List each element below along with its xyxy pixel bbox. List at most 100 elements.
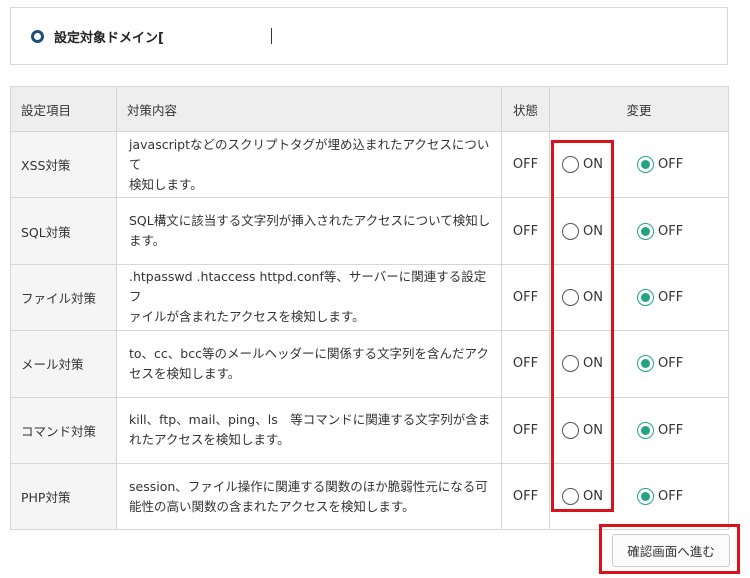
radio-label: ON: [583, 289, 603, 305]
table-row: PHP対策 session、ファイル操作に関連する関数のほか脆弱性元になる可 能性の…: [10, 462, 729, 531]
radio-group: ON OFF: [550, 132, 728, 197]
radio-group: ON OFF: [550, 464, 728, 529]
radio-option-off[interactable]: OFF: [637, 421, 684, 439]
description-line: session、ファイル操作に関連する関数のほか脆弱性元になる可: [129, 478, 488, 494]
change-options: ON OFF: [549, 130, 729, 199]
radio-button[interactable]: [562, 355, 579, 373]
change-options: ON OFF: [549, 330, 729, 398]
status-value: OFF: [501, 130, 550, 199]
radio-button[interactable]: [562, 288, 579, 306]
radio-group: ON OFF: [550, 398, 728, 463]
radio-option-on[interactable]: ON: [562, 156, 626, 174]
radio-button[interactable]: [562, 421, 579, 439]
radio-option-off[interactable]: OFF: [637, 156, 684, 174]
radio-button[interactable]: [562, 488, 579, 506]
radio-option-off[interactable]: OFF: [637, 488, 684, 506]
description-line: ァイルが含まれたアクセスを検知します。: [129, 309, 365, 325]
description-line: kill、ftp、mail、ping、ls 等コマンドに関連する文字列が含ま: [129, 412, 491, 428]
status-value: OFF: [501, 263, 550, 332]
setting-description: SQL構文に該当する文字列が挿入されたアクセスについて検知し ます。: [116, 197, 502, 265]
radio-option-on[interactable]: ON: [562, 421, 626, 439]
description-line: SQL構文に該当する文字列が挿入されたアクセスについて検知し: [129, 213, 491, 229]
radio-button[interactable]: [637, 488, 654, 506]
radio-button[interactable]: [562, 222, 579, 240]
setting-description: kill、ftp、mail、ping、ls 等コマンドに関連する文字列が含ま れた…: [116, 396, 502, 464]
waf-settings-table: 設定項目 対策内容 状態 変更 XSS対策 javascriptなどのスクリプトタ…: [10, 86, 729, 531]
radio-label: ON: [583, 223, 603, 239]
status-value: OFF: [501, 197, 550, 265]
radio-option-on[interactable]: ON: [562, 288, 626, 306]
radio-dot: [641, 160, 650, 170]
table-row: XSS対策 javascriptなどのスクリプトタグが埋め込まれたアクセスについて…: [10, 130, 729, 199]
radio-option-on[interactable]: ON: [562, 355, 626, 373]
radio-option-off[interactable]: OFF: [637, 355, 684, 373]
change-options: ON OFF: [549, 396, 729, 464]
status-value: OFF: [501, 396, 550, 464]
radio-option-on[interactable]: ON: [562, 222, 626, 240]
setting-description: javascriptなどのスクリプトタグが埋め込まれたアクセスについて検知します…: [116, 130, 502, 199]
setting-item-name: PHP対策: [10, 462, 117, 531]
radio-dot: [641, 226, 650, 236]
radio-button[interactable]: [637, 222, 654, 240]
description-line: セスを検知します。: [129, 365, 241, 381]
table-row: ファイル対策 .htpasswd .htaccess httpd.conf等、サー…: [10, 263, 729, 332]
radio-dot: [641, 425, 650, 435]
radio-option-on[interactable]: ON: [562, 488, 626, 506]
domain-label: 設定対象ドメイン[: [54, 30, 164, 46]
header-description: 対策内容: [116, 86, 502, 132]
table-header-row: 設定項目 対策内容 状態 変更: [10, 86, 729, 132]
radio-button[interactable]: [637, 156, 654, 174]
radio-group: ON OFF: [550, 198, 728, 263]
radio-label: OFF: [658, 356, 684, 372]
table-row: SQL対策 SQL構文に該当する文字列が挿入されたアクセスについて検知し ます。 OF…: [10, 197, 729, 265]
radio-label: ON: [583, 157, 603, 173]
header-status: 状態: [501, 86, 550, 132]
setting-description: to、cc、bcc等のメールヘッダーに関係する文字列を含んだアク セスを検知します…: [116, 330, 502, 398]
description-line: javascriptなどのスクリプトタグが埋め込まれたアクセスについて: [129, 136, 490, 172]
description-line: ます。: [129, 233, 166, 249]
header-item: 設定項目: [10, 86, 117, 132]
domain-section: 設定対象ドメイン[: [10, 7, 728, 65]
radio-option-off[interactable]: OFF: [637, 222, 684, 240]
radio-button[interactable]: [562, 156, 579, 174]
setting-description: session、ファイル操作に関連する関数のほか脆弱性元になる可 能性の高い関数の…: [116, 462, 502, 531]
domain-name-field: [165, 28, 272, 44]
radio-button[interactable]: [637, 288, 654, 306]
description-line: 検知します。: [129, 176, 203, 192]
radio-label: OFF: [658, 157, 684, 173]
table-row: コマンド対策 kill、ftp、mail、ping、ls 等コマンドに関連する文字…: [10, 396, 729, 464]
description-line: .htpasswd .htaccess httpd.conf等、サーバーに関連す…: [129, 269, 487, 305]
description-line: れたアクセスを検知します。: [129, 432, 290, 448]
change-options: ON OFF: [549, 263, 729, 332]
radio-option-off[interactable]: OFF: [637, 288, 684, 306]
setting-item-name: SQL対策: [10, 197, 117, 265]
setting-item-name: ファイル対策: [10, 263, 117, 332]
radio-button[interactable]: [637, 421, 654, 439]
header-change: 変更: [549, 86, 729, 132]
radio-button[interactable]: [637, 355, 654, 373]
status-value: OFF: [501, 330, 550, 398]
radio-label: OFF: [658, 289, 684, 305]
radio-group: ON OFF: [550, 331, 728, 396]
confirm-button[interactable]: 確認画面へ進む: [612, 534, 730, 567]
radio-label: ON: [583, 489, 603, 505]
description-line: 能性の高い関数の含まれたアクセスを検知します。: [129, 498, 415, 514]
radio-label: ON: [583, 356, 603, 372]
radio-label: ON: [583, 422, 603, 438]
change-options: ON OFF: [549, 197, 729, 265]
radio-dot: [641, 292, 650, 302]
radio-group: ON OFF: [550, 265, 728, 330]
circle-icon: [31, 29, 44, 43]
setting-item-name: メール対策: [10, 330, 117, 398]
radio-label: OFF: [658, 422, 684, 438]
setting-description: .htpasswd .htaccess httpd.conf等、サーバーに関連す…: [116, 263, 502, 332]
change-options: ON OFF: [549, 462, 729, 531]
radio-label: OFF: [658, 489, 684, 505]
setting-item-name: コマンド対策: [10, 396, 117, 464]
table-row: メール対策 to、cc、bcc等のメールヘッダーに関係する文字列を含んだアク セスを…: [10, 330, 729, 398]
radio-label: OFF: [658, 223, 684, 239]
radio-dot: [641, 492, 650, 502]
description-line: to、cc、bcc等のメールヘッダーに関係する文字列を含んだアク: [129, 345, 489, 361]
radio-dot: [641, 359, 650, 369]
status-value: OFF: [501, 462, 550, 531]
